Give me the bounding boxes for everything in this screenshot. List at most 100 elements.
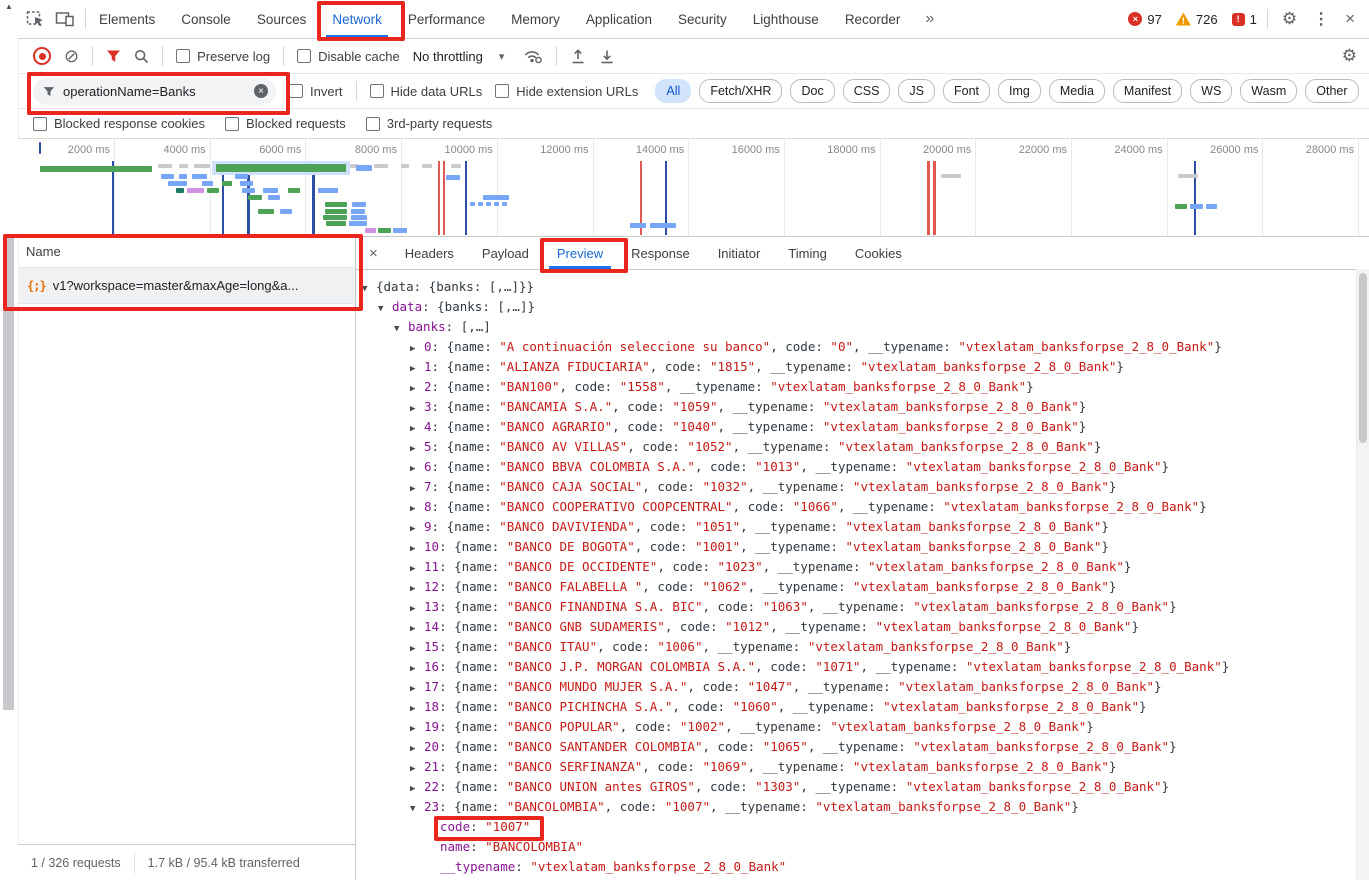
details-scrollbar[interactable] <box>1356 269 1369 880</box>
expander-icon[interactable]: ▼ <box>378 299 392 319</box>
filter-funnel-icon[interactable] <box>106 49 121 63</box>
devtools-tab-memory[interactable]: Memory <box>498 0 573 38</box>
detail-tab-payload[interactable]: Payload <box>468 237 543 269</box>
filter-chip-font[interactable]: Font <box>943 79 990 103</box>
blocked-requests-checkbox[interactable]: Blocked requests <box>225 116 346 131</box>
disable-cache-checkbox-box[interactable] <box>297 49 311 63</box>
preserve-log-checkbox[interactable]: Preserve log <box>176 49 270 64</box>
tree-row[interactable]: ▼23: {name: "BANCOLOMBIA", code: "1007",… <box>356 797 1369 817</box>
tree-row[interactable]: ▼data: {banks: [,…]} <box>356 297 1369 317</box>
detail-tab-initiator[interactable]: Initiator <box>704 237 775 269</box>
invert-checkbox[interactable]: Invert <box>289 84 343 99</box>
tree-row[interactable]: ▼banks: [,…] <box>356 317 1369 337</box>
tree-row[interactable]: __typename: "vtexlatam_banksforpse_2_8_0… <box>356 857 1369 877</box>
tree-row[interactable]: ▶10: {name: "BANCO DE BOGOTA", code: "10… <box>356 537 1369 557</box>
filter-chip-doc[interactable]: Doc <box>790 79 834 103</box>
tree-row[interactable]: ▶15: {name: "BANCO ITAU", code: "1006", … <box>356 637 1369 657</box>
tree-row[interactable]: ▶22: {name: "BANCO UNION antes GIROS", c… <box>356 777 1369 797</box>
hide-data-urls-checkbox[interactable]: Hide data URLs <box>370 84 483 99</box>
invert-checkbox-box[interactable] <box>289 84 303 98</box>
tree-row[interactable]: ▼{data: {banks: [,…]}} <box>356 277 1369 297</box>
tree-row[interactable]: ▶2: {name: "BAN100", code: "1558", __typ… <box>356 377 1369 397</box>
expander-icon[interactable]: ▼ <box>394 319 408 339</box>
tree-row[interactable]: ▶8: {name: "BANCO COOPERATIVO COOPCENTRA… <box>356 497 1369 517</box>
tree-row[interactable]: ▶11: {name: "BANCO DE OCCIDENTE", code: … <box>356 557 1369 577</box>
network-conditions-icon[interactable] <box>523 48 543 64</box>
devtools-tab-security[interactable]: Security <box>665 0 740 38</box>
tree-row[interactable]: ▶3: {name: "BANCAMIA S.A.", code: "1059"… <box>356 397 1369 417</box>
tree-row[interactable]: ▶14: {name: "BANCO GNB SUDAMERIS", code:… <box>356 617 1369 637</box>
expander-icon[interactable]: ▶ <box>410 719 424 739</box>
details-scrollbar-thumb[interactable] <box>1359 273 1367 443</box>
kebab-menu-icon[interactable]: ⋮ <box>1313 9 1329 29</box>
detail-tab-timing[interactable]: Timing <box>774 237 841 269</box>
expander-icon[interactable]: ▼ <box>410 799 424 819</box>
name-column-header[interactable]: Name <box>18 237 355 268</box>
tree-row[interactable]: ▶13: {name: "BANCO FINANDINA S.A. BIC", … <box>356 597 1369 617</box>
tree-row[interactable]: ▶0: {name: "A continuación seleccione su… <box>356 337 1369 357</box>
devtools-tab-lighthouse[interactable]: Lighthouse <box>740 0 832 38</box>
expander-icon[interactable]: ▶ <box>410 459 424 479</box>
preserve-log-checkbox-box[interactable] <box>176 49 190 63</box>
filter-chip-other[interactable]: Other <box>1305 79 1358 103</box>
scrollbar-up-arrow-icon[interactable]: ▲ <box>5 2 13 11</box>
devtools-tab-network[interactable]: Network <box>319 0 395 38</box>
devtools-tab-recorder[interactable]: Recorder <box>832 0 914 38</box>
more-tabs-icon[interactable]: » <box>913 10 946 28</box>
filter-chip-manifest[interactable]: Manifest <box>1113 79 1182 103</box>
export-har-icon[interactable] <box>599 48 615 65</box>
blocked-response-cookies-checkbox[interactable]: Blocked response cookies <box>33 116 205 131</box>
blocked-requests-checkbox-box[interactable] <box>225 117 239 131</box>
throttling-select[interactable]: No throttling ▾ <box>413 49 505 64</box>
detail-tab-response[interactable]: Response <box>617 237 704 269</box>
expander-icon[interactable]: ▶ <box>410 399 424 419</box>
tree-row[interactable]: ▶21: {name: "BANCO SERFINANZA", code: "1… <box>356 757 1369 777</box>
blocked-response-cookies-checkbox-box[interactable] <box>33 117 47 131</box>
tree-row[interactable]: name: "BANCOLOMBIA" <box>356 837 1369 857</box>
expander-icon[interactable]: ▶ <box>410 379 424 399</box>
expander-icon[interactable]: ▶ <box>410 619 424 639</box>
expander-icon[interactable]: ▶ <box>410 479 424 499</box>
hide-data-urls-checkbox-box[interactable] <box>370 84 384 98</box>
expander-icon[interactable]: ▶ <box>410 419 424 439</box>
filter-chip-ws[interactable]: WS <box>1190 79 1232 103</box>
tree-row[interactable]: ▶12: {name: "BANCO FALABELLA ", code: "1… <box>356 577 1369 597</box>
record-network-log-button[interactable] <box>33 47 51 65</box>
tree-row[interactable]: ▶16: {name: "BANCO J.P. MORGAN COLOMBIA … <box>356 657 1369 677</box>
filter-chip-css[interactable]: CSS <box>843 79 891 103</box>
detail-tab-preview[interactable]: Preview <box>543 237 617 269</box>
waterfall-overview[interactable]: 2000 ms4000 ms6000 ms8000 ms10000 ms1200… <box>18 139 1369 237</box>
page-scrollbar[interactable]: ▲ <box>0 0 19 880</box>
tree-row[interactable]: ▶17: {name: "BANCO MUNDO MUJER S.A.", co… <box>356 677 1369 697</box>
settings-gear-icon[interactable]: ⚙ <box>1282 9 1297 29</box>
clear-filter-icon[interactable]: × <box>254 84 268 98</box>
expander-icon[interactable]: ▶ <box>410 559 424 579</box>
close-details-icon[interactable]: × <box>356 245 391 262</box>
filter-chip-media[interactable]: Media <box>1049 79 1105 103</box>
devtools-tab-elements[interactable]: Elements <box>86 0 168 38</box>
tree-row[interactable]: code: "1007" <box>356 817 1369 837</box>
expander-icon[interactable]: ▶ <box>410 699 424 719</box>
expander-icon[interactable]: ▶ <box>410 779 424 799</box>
clear-network-log-icon[interactable]: ⊘ <box>64 49 79 63</box>
warning-count-badge[interactable]: ! 726 <box>1176 12 1218 27</box>
error-count-badge[interactable]: × 97 <box>1128 12 1161 27</box>
devtools-tab-application[interactable]: Application <box>573 0 665 38</box>
tree-row[interactable]: ▶6: {name: "BANCO BBVA COLOMBIA S.A.", c… <box>356 457 1369 477</box>
tree-row[interactable]: ▶4: {name: "BANCO AGRARIO", code: "1040"… <box>356 417 1369 437</box>
expander-icon[interactable]: ▶ <box>410 359 424 379</box>
devtools-tab-sources[interactable]: Sources <box>244 0 320 38</box>
detail-tab-cookies[interactable]: Cookies <box>841 237 916 269</box>
import-har-icon[interactable] <box>570 48 586 65</box>
filter-chip-js[interactable]: JS <box>898 79 935 103</box>
filter-chip-all[interactable]: All <box>655 79 691 103</box>
search-icon[interactable] <box>134 49 149 64</box>
tree-row[interactable]: ▶20: {name: "BANCO SANTANDER COLOMBIA", … <box>356 737 1369 757</box>
network-settings-gear-icon[interactable]: ⚙ <box>1342 46 1369 66</box>
disable-cache-checkbox[interactable]: Disable cache <box>297 49 400 64</box>
expander-icon[interactable]: ▶ <box>410 339 424 359</box>
tree-row[interactable]: ▶7: {name: "BANCO CAJA SOCIAL", code: "1… <box>356 477 1369 497</box>
tree-row[interactable]: ▶18: {name: "BANCO PICHINCHA S.A.", code… <box>356 697 1369 717</box>
expander-icon[interactable]: ▶ <box>410 439 424 459</box>
expander-icon[interactable]: ▶ <box>410 579 424 599</box>
